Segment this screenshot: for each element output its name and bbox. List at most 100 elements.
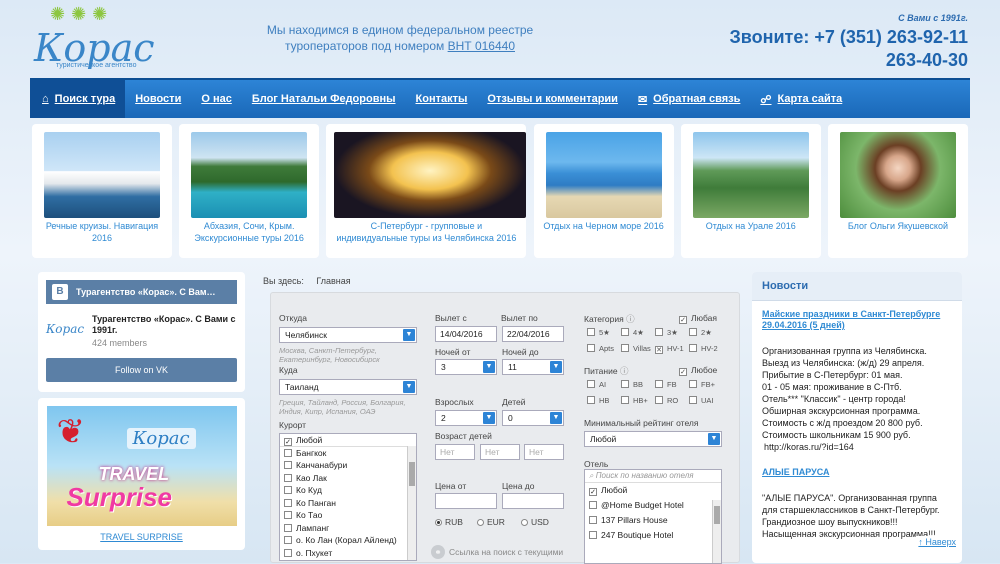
- child-age-2[interactable]: Нет: [480, 444, 520, 460]
- category-label: Категория ⓘ: [584, 314, 635, 324]
- resort-option[interactable]: Ко Панган: [280, 497, 416, 510]
- resort-option[interactable]: Лампанг: [280, 522, 416, 535]
- nav-sitemap[interactable]: ☍ Карта сайта: [750, 80, 852, 118]
- child-age-3[interactable]: Нет: [524, 444, 564, 460]
- currency-rub[interactable]: RUB: [435, 517, 463, 527]
- tile-ural[interactable]: Отдых на Урале 2016: [680, 124, 821, 258]
- breadcrumb-current: Главная: [316, 276, 351, 286]
- hotel-option[interactable]: ✓ Любой: [585, 483, 721, 498]
- sitemap-icon: ☍: [760, 93, 772, 106]
- date-from-input[interactable]: 14/04/2016: [435, 326, 497, 342]
- resort-option[interactable]: ✓ Любой: [280, 434, 416, 447]
- category-option[interactable]: ✕ HV-1: [655, 344, 684, 354]
- resort-option[interactable]: о. Пхукет: [280, 547, 416, 560]
- category-option[interactable]: Apts: [587, 344, 614, 353]
- meal-option[interactable]: UAI: [689, 396, 714, 405]
- envelope-icon: ✉: [637, 93, 648, 106]
- resort-option[interactable]: Ко Тао: [280, 509, 416, 522]
- resort-option[interactable]: Ко Куд: [280, 484, 416, 497]
- resort-scrollbar[interactable]: [407, 446, 416, 560]
- date-to-input[interactable]: 22/04/2016: [502, 326, 564, 342]
- vk-header[interactable]: В Турагентство «Корас». С Вам…: [46, 280, 237, 304]
- price-to-input[interactable]: [502, 493, 564, 509]
- help-icon[interactable]: ⓘ: [626, 314, 635, 324]
- price-from-input[interactable]: [435, 493, 497, 509]
- hotel-list[interactable]: ⌕ Поиск по названию отеля ✓ Любой @Home B…: [584, 469, 722, 564]
- vk-follow-button[interactable]: Follow on VK: [46, 358, 237, 382]
- news-panel: Новости Майские праздники в Санкт-Петерб…: [752, 272, 962, 563]
- meal-option[interactable]: FB+: [689, 380, 715, 389]
- tile-river-cruises[interactable]: Речные круизы. Навигация 2016: [32, 124, 172, 258]
- travel-surprise-link[interactable]: TRAVEL SURPRISE: [46, 532, 237, 542]
- category-option[interactable]: 2★: [689, 328, 712, 337]
- resort-option[interactable]: о. Ко Лан (Корал Айленд): [280, 534, 416, 547]
- currency-usd[interactable]: USD: [521, 517, 549, 527]
- radio-icon: [477, 519, 484, 526]
- meal-option[interactable]: FB: [655, 380, 677, 389]
- meal-option[interactable]: AI: [587, 380, 606, 389]
- phone-primary: Звоните: +7 (351) 263-92-11: [729, 27, 968, 47]
- banner-surprise-text: Surprise: [66, 482, 173, 512]
- tile-black-sea[interactable]: Отдых на Черном море 2016: [533, 124, 674, 258]
- rating-select[interactable]: Любой ▼: [584, 431, 722, 447]
- news-item-title[interactable]: АЛЫЕ ПАРУСА: [762, 467, 952, 478]
- news-item-title[interactable]: Майские праздники в Санкт-Петербурге: [762, 309, 952, 320]
- breadcrumb: Вы здесь: Главная: [263, 276, 351, 286]
- meal-option[interactable]: BB: [621, 380, 643, 389]
- nav-search-tour[interactable]: ⌂ Поиск тура: [30, 80, 126, 118]
- resort-option[interactable]: Као Лак: [280, 472, 416, 485]
- category-option[interactable]: Villas: [621, 344, 651, 353]
- nav-about[interactable]: О нас: [191, 80, 242, 118]
- resort-list[interactable]: ✓ Любой Бангкок Канчанабури Као Лак Ко Ку…: [279, 433, 417, 561]
- child-age-1[interactable]: Нет: [435, 444, 475, 460]
- meal-option[interactable]: RO: [655, 396, 678, 405]
- back-to-top-link[interactable]: ↑ Наверх: [916, 536, 958, 548]
- category-option[interactable]: 3★: [655, 328, 678, 337]
- category-option[interactable]: 5★: [587, 328, 610, 337]
- from-hint: Москва, Санкт-Петербург, Екатеринбург, Н…: [279, 346, 380, 363]
- chevron-down-icon: ▼: [403, 381, 415, 393]
- vk-avatar[interactable]: Корас: [46, 314, 84, 344]
- nights-from-select[interactable]: 3 ▼: [435, 359, 497, 375]
- children-select[interactable]: 0 ▼: [502, 410, 564, 426]
- tile-abkhazia[interactable]: Абхазия, Сочи, Крым. Экскурсионные туры …: [179, 124, 320, 258]
- tile-blog[interactable]: Блог Ольги Якушевской: [827, 124, 968, 258]
- category-option[interactable]: HV-2: [689, 344, 718, 353]
- nav-blog[interactable]: Блог Натальи Федоровны: [242, 80, 406, 118]
- registry-number-link[interactable]: ВНТ 016440: [448, 39, 515, 53]
- to-select[interactable]: Таиланд ▼: [279, 379, 417, 395]
- adults-select[interactable]: 2 ▼: [435, 410, 497, 426]
- nav-contacts[interactable]: Контакты: [406, 80, 478, 118]
- news-item-date[interactable]: 29.04.2016 (5 дней): [762, 320, 952, 331]
- vk-group-name[interactable]: Турагентство «Корас». С Вами с 1991г.: [92, 314, 237, 336]
- nights-to-select[interactable]: 11 ▼: [502, 359, 564, 375]
- meal-option[interactable]: HB: [587, 396, 609, 405]
- logo[interactable]: ✺✺✺ Корас туристическое агентство: [30, 4, 155, 74]
- to-label: Куда: [279, 365, 298, 375]
- date-from-label: Вылет с: [435, 313, 467, 323]
- nav-feedback[interactable]: ✉ Обратная связь: [628, 80, 750, 118]
- hotel-option[interactable]: @Home Budget Hotel: [585, 498, 721, 513]
- nav-reviews[interactable]: Отзывы и комментарии: [477, 80, 628, 118]
- search-link[interactable]: ⚭ Ссылка на поиск с текущими: [431, 545, 571, 559]
- price-from-label: Цена от: [435, 481, 467, 491]
- child-age-label: Возраст детей: [435, 431, 492, 441]
- meal-option[interactable]: HB+: [621, 396, 648, 405]
- resort-option[interactable]: Бангкок: [280, 447, 416, 460]
- hotel-option[interactable]: 247 Boutique Hotel: [585, 528, 721, 543]
- resort-option[interactable]: Канчанабури: [280, 459, 416, 472]
- meal-any[interactable]: ✓ Любое: [679, 365, 717, 376]
- category-option[interactable]: 4★: [621, 328, 644, 337]
- news-item-text: Организованная группа из Челябинска. Вые…: [762, 346, 927, 452]
- hotel-scrollbar[interactable]: [712, 500, 721, 563]
- category-any[interactable]: ✓ Любая: [679, 313, 717, 324]
- travel-surprise-image[interactable]: ❦ Корас TRAVEL Surprise: [46, 406, 237, 526]
- hotel-option[interactable]: 137 Pillars House: [585, 513, 721, 528]
- chevron-down-icon: ▼: [483, 412, 495, 424]
- currency-eur[interactable]: EUR: [477, 517, 505, 527]
- hotel-search-input[interactable]: ⌕ Поиск по названию отеля: [585, 470, 721, 483]
- tile-spb[interactable]: С-Петербург - групповые и индивидуальные…: [326, 124, 527, 258]
- nav-news[interactable]: Новости: [125, 80, 191, 118]
- help-icon[interactable]: ⓘ: [620, 366, 629, 376]
- from-select[interactable]: Челябинск ▼: [279, 327, 417, 343]
